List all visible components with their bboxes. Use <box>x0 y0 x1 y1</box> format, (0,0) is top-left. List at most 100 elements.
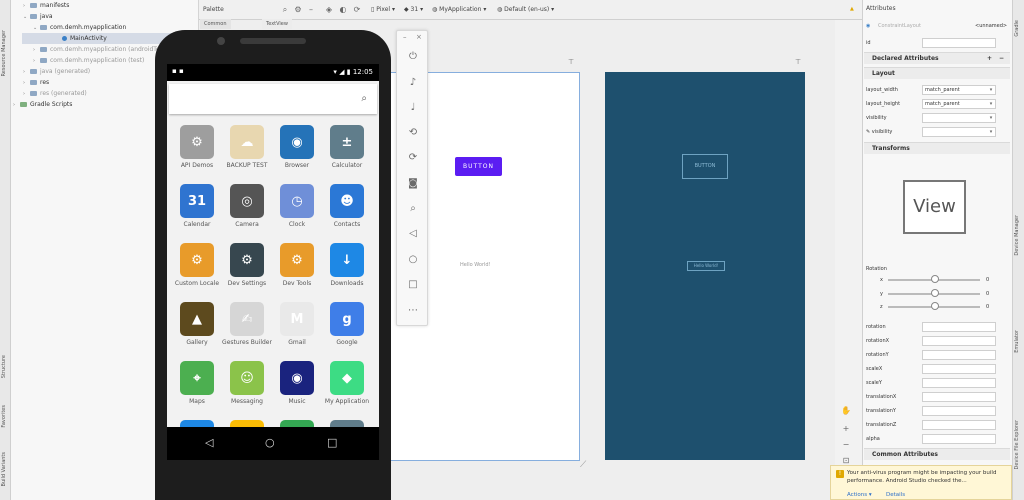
more-icon[interactable]: ⋯ <box>405 303 421 319</box>
minimize-icon[interactable]: – <box>403 33 407 41</box>
device-manager-tab[interactable]: Device Manager <box>1014 215 1023 256</box>
app-clock[interactable]: ◷ Clock <box>272 180 322 239</box>
slider-knob[interactable] <box>931 302 939 310</box>
structure-tab[interactable]: Structure <box>1 355 10 378</box>
app-browser[interactable]: ◉ Browser <box>272 121 322 180</box>
hello-textview[interactable]: Hello World! <box>460 262 491 268</box>
power-icon[interactable]: ⏻ <box>405 49 421 65</box>
locale-dropdown[interactable]: ◍ Default (en-us) ▾ <box>497 4 554 16</box>
app-contacts[interactable]: ☻ Contacts <box>322 180 372 239</box>
app-maps[interactable]: ⌖ Maps <box>172 357 222 416</box>
app-music[interactable]: ◉ Music <box>272 357 322 416</box>
add-icon[interactable]: + <box>987 53 992 65</box>
overview-icon[interactable]: □ <box>405 277 421 293</box>
actions-link[interactable]: Actions ▾ <box>847 492 872 498</box>
preview-button[interactable]: BUTTON <box>455 157 502 176</box>
app-api-demos[interactable]: ⚙ API Demos <box>172 121 222 180</box>
app-backup-test[interactable]: ☁ BACKUP TEST <box>222 121 272 180</box>
tree-item-manifests[interactable]: › manifests <box>23 0 69 11</box>
app-gestures-builder[interactable]: ✍ Gestures Builder <box>222 298 272 357</box>
layers-icon[interactable]: ◈ <box>323 4 335 16</box>
app-my-application[interactable]: ◆ My Application <box>322 357 372 416</box>
zoom-icon[interactable]: ⌕ <box>405 201 421 217</box>
design-mode-icon[interactable]: ◐ <box>337 4 349 16</box>
app-gallery[interactable]: ▲ Gallery <box>172 298 222 357</box>
blueprint-textview[interactable]: Hello World! <box>687 261 725 271</box>
recents-icon[interactable]: □ <box>327 436 337 449</box>
translationy-field[interactable] <box>922 406 996 416</box>
screenshot-icon[interactable]: ◙ <box>405 176 421 192</box>
api-dropdown[interactable]: ◆ 31 ▾ <box>404 4 423 16</box>
home-icon[interactable]: ○ <box>405 252 421 268</box>
rotate-right-icon[interactable]: ⟳ <box>405 150 421 166</box>
alpha-field[interactable] <box>922 434 996 444</box>
gradle-tab[interactable]: Gradle <box>1014 20 1023 37</box>
zoom-out-icon[interactable]: − <box>840 439 852 451</box>
device-file-explorer-tab[interactable]: Device File Explorer <box>1014 420 1023 469</box>
slider-knob[interactable] <box>931 275 939 283</box>
rotation-field[interactable] <box>922 322 996 332</box>
declared-attributes-header[interactable]: Declared Attributes + − <box>864 52 1010 64</box>
back-icon[interactable]: ◁ <box>405 226 421 242</box>
emulator-tab[interactable]: Emulator <box>1014 330 1023 353</box>
scaley-field[interactable] <box>922 378 996 388</box>
tab-textview[interactable]: TextView <box>262 19 292 29</box>
app-search-bar[interactable]: ⌕ <box>169 84 377 114</box>
warning-icon[interactable]: ▲ <box>850 3 854 15</box>
app-dev-tools[interactable]: ⚙ Dev Tools <box>272 239 322 298</box>
app-google[interactable]: g Google <box>322 298 372 357</box>
volume-up-icon[interactable]: ♪ <box>405 75 421 91</box>
minimize-icon[interactable]: – <box>305 4 317 16</box>
rotationx-field[interactable] <box>922 336 996 346</box>
tree-item-gradle[interactable]: › Gradle Scripts <box>13 99 72 110</box>
app-theme-dropdown[interactable]: ◍ MyApplication ▾ <box>432 4 486 16</box>
blueprint-button[interactable]: BUTTON <box>682 154 728 179</box>
app-calculator[interactable]: ± Calculator <box>322 121 372 180</box>
close-icon[interactable]: × <box>416 33 422 41</box>
back-icon[interactable]: ◁ <box>205 436 213 449</box>
app-downloads[interactable]: ↓ Downloads <box>322 239 372 298</box>
app-messaging[interactable]: ☺ Messaging <box>222 357 272 416</box>
chevron-down-icon[interactable]: ▾ <box>986 113 996 123</box>
chevron-down-icon[interactable]: ▾ <box>986 127 996 137</box>
tree-item-android-test[interactable]: › com.demh.myapplication (androidTest) <box>33 44 167 55</box>
app-camera[interactable]: ◎ Camera <box>222 180 272 239</box>
search-icon[interactable]: ⌕ <box>279 4 291 16</box>
resize-grip-icon[interactable]: ⟋ <box>580 460 586 470</box>
pin-icon[interactable]: ⊤ <box>795 58 801 66</box>
id-field[interactable] <box>922 38 996 48</box>
orientation-icon[interactable]: ⟳ <box>351 4 363 16</box>
device-dropdown[interactable]: ▯ Pixel ▾ <box>371 4 395 16</box>
tree-item-res[interactable]: › res <box>23 77 49 88</box>
scalex-field[interactable] <box>922 364 996 374</box>
volume-down-icon[interactable]: ♩ <box>405 100 421 116</box>
app-gmail[interactable]: M Gmail <box>272 298 322 357</box>
details-link[interactable]: Details <box>886 492 905 498</box>
build-variants-tab[interactable]: Build Variants <box>1 452 10 486</box>
chevron-down-icon[interactable]: ▾ <box>986 99 996 109</box>
common-attributes-header[interactable]: Common Attributes <box>864 448 1010 460</box>
layout-height-field[interactable]: match_parent <box>922 99 996 109</box>
app-custom-locale[interactable]: ⚙ Custom Locale <box>172 239 222 298</box>
tab-common[interactable]: Common <box>200 19 231 29</box>
home-icon[interactable]: ○ <box>265 436 275 449</box>
layout-width-field[interactable]: match_parent <box>922 85 996 95</box>
chevron-down-icon[interactable]: ▾ <box>986 85 996 95</box>
component-name[interactable]: ConstraintLayout <box>878 20 921 32</box>
phone-screen[interactable]: ▪ ▪ ▾ ◢ ▮ 12:05 ⌕ ⚙ API Demos ☁ BACKUP TEST… <box>167 64 379 457</box>
layout-header[interactable]: Layout <box>864 67 1010 79</box>
tree-item-package[interactable]: ⌄ com.demh.myapplication <box>33 22 126 33</box>
translationx-field[interactable] <box>922 392 996 402</box>
zoom-in-icon[interactable]: + <box>840 423 852 435</box>
gear-icon[interactable]: ⚙ <box>292 4 304 16</box>
transforms-header[interactable]: Transforms <box>864 142 1010 154</box>
app-dev-settings[interactable]: ⚙ Dev Settings <box>222 239 272 298</box>
tools-visibility-field[interactable] <box>922 127 996 137</box>
tree-item-res-generated[interactable]: › res (generated) <box>23 88 87 99</box>
app-calendar[interactable]: 31 Calendar <box>172 180 222 239</box>
pin-icon[interactable]: ⊤ <box>568 58 574 66</box>
visibility-field[interactable] <box>922 113 996 123</box>
rotate-left-icon[interactable]: ⟲ <box>405 125 421 141</box>
rotationy-field[interactable] <box>922 350 996 360</box>
tree-item-java-generated[interactable]: › java (generated) <box>23 66 90 77</box>
